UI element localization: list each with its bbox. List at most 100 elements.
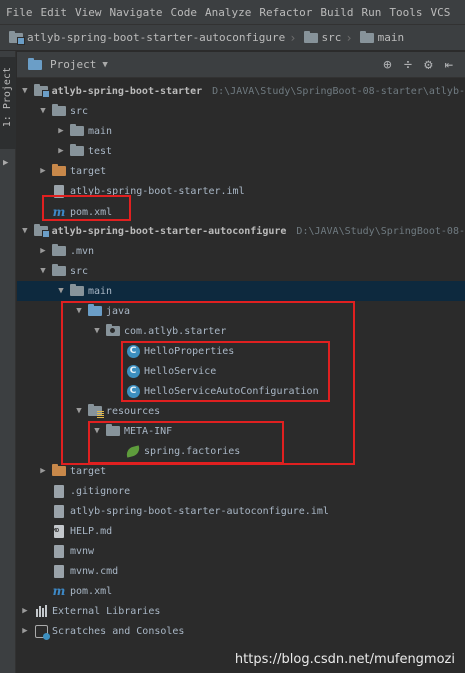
tree-item-meta-inf[interactable]: ▼ META-INF: [17, 421, 465, 441]
hide-panel-icon[interactable]: ⇤: [445, 57, 453, 73]
tree-item-target[interactable]: ▶ target: [17, 461, 465, 481]
project-tool-tab[interactable]: 1: Project: [0, 57, 16, 149]
breadcrumb-module[interactable]: atlyb-spring-boot-starter-autoconfigure: [6, 30, 286, 45]
tree-item-module-starter[interactable]: ▼ atlyb-spring-boot-starter D:\JAVA\Stud…: [17, 81, 465, 101]
chevron-right-icon[interactable]: ▶: [37, 466, 49, 476]
tree-item-gitignore[interactable]: .gitignore: [17, 481, 465, 501]
class-icon: C: [125, 344, 141, 358]
folder-icon: [51, 244, 67, 258]
tree-item-src[interactable]: ▼ src: [17, 101, 465, 121]
tree-item-label: HelloProperties: [144, 345, 235, 357]
tree-item-iml[interactable]: atlyb-spring-boot-starter.iml: [17, 181, 465, 201]
chevron-down-icon[interactable]: ▼: [73, 406, 85, 416]
tree-item-class[interactable]: C HelloProperties: [17, 341, 465, 361]
chevron-right-icon[interactable]: ▶: [37, 166, 49, 176]
scratches-icon: [33, 624, 50, 640]
chevron-right-icon[interactable]: ▶: [37, 246, 49, 256]
breadcrumb-module-label: atlyb-spring-boot-starter-autoconfigure: [27, 31, 286, 44]
menu-view[interactable]: View: [71, 6, 106, 19]
chevron-down-icon[interactable]: ▼: [73, 306, 85, 316]
folder-icon: [105, 424, 121, 438]
breadcrumb-src[interactable]: src: [301, 30, 341, 45]
tree-item-main-selected[interactable]: ▼ main: [17, 281, 465, 301]
chevron-down-icon[interactable]: ▼: [55, 286, 67, 296]
tree-item-scratches[interactable]: ▶ Scratches and Consoles: [17, 621, 465, 641]
tree-item-label: pom.xml: [70, 585, 113, 597]
chevron-right-icon[interactable]: ▶: [19, 626, 31, 636]
tree-item-label: mvnw: [70, 545, 95, 557]
tree-item-iml[interactable]: atlyb-spring-boot-starter-autoconfigure.…: [17, 501, 465, 521]
tree-item-label: src: [70, 265, 89, 277]
gear-icon[interactable]: ⚙: [424, 57, 432, 73]
menu-run[interactable]: Run: [357, 6, 385, 19]
tree-item-src[interactable]: ▼ src: [17, 261, 465, 281]
class-icon: C: [125, 384, 141, 398]
tree-item-label: Scratches and Consoles: [52, 625, 185, 637]
tree-item-test[interactable]: ▶ test: [17, 141, 465, 161]
chevron-down-icon[interactable]: ▼: [37, 106, 49, 116]
spring-leaf-icon: [125, 444, 141, 458]
resources-folder-icon: [87, 404, 104, 418]
menu-file[interactable]: File: [2, 6, 37, 19]
chevron-right-icon[interactable]: ▶: [55, 126, 67, 136]
file-icon: [51, 484, 67, 498]
module-folder-icon: [33, 84, 50, 98]
file-icon: [51, 564, 67, 578]
tree-item-spring-factories[interactable]: spring.factories: [17, 441, 465, 461]
chevron-right-icon[interactable]: ▶: [19, 606, 31, 616]
tree-item-target[interactable]: ▶ target: [17, 161, 465, 181]
tree-item-pom[interactable]: m pom.xml: [17, 581, 465, 601]
tree-item-package[interactable]: ▼ com.atlyb.starter: [17, 321, 465, 341]
tree-item-pom[interactable]: m pom.xml: [17, 202, 465, 222]
menu-navigate[interactable]: Navigate: [106, 6, 167, 19]
tree-item-help-md[interactable]: HELP.md: [17, 521, 465, 541]
tree-item-class[interactable]: C HelloServiceAutoConfiguration: [17, 381, 465, 401]
locate-target-icon[interactable]: ⊕: [383, 57, 391, 73]
folder-icon: [303, 30, 319, 45]
tree-item-class[interactable]: C HelloService: [17, 361, 465, 381]
menu-edit[interactable]: Edit: [37, 6, 72, 19]
tree-item-label: com.atlyb.starter: [124, 325, 227, 337]
chevron-down-icon[interactable]: ▼: [19, 86, 31, 96]
module-path: D:\JAVA\Study\SpringBoot-08-: [296, 225, 465, 237]
tree-item-mvnw-cmd[interactable]: mvnw.cmd: [17, 561, 465, 581]
breadcrumb-main[interactable]: main: [357, 30, 405, 45]
source-folder-icon: [87, 304, 103, 318]
tree-item-label: atlyb-spring-boot-starter-autoconfigure.…: [70, 505, 329, 517]
folder-icon: [51, 264, 67, 278]
menu-vcs[interactable]: VCS: [426, 6, 454, 19]
markdown-file-icon: [51, 524, 67, 538]
tree-item-main[interactable]: ▶ main: [17, 121, 465, 141]
tree-item-label: main: [88, 285, 113, 297]
chevron-down-icon[interactable]: ▼: [91, 326, 103, 336]
watermark: https://blog.csdn.net/mufengmozi: [234, 652, 455, 667]
folder-icon: [69, 144, 85, 158]
chevron-right-icon[interactable]: ▶: [55, 146, 67, 156]
breadcrumb-main-label: main: [377, 31, 405, 44]
folder-icon: [51, 104, 67, 118]
panel-title[interactable]: Project: [50, 58, 96, 71]
expand-arrow-icon[interactable]: ▶: [3, 158, 8, 168]
tree-item-mvn[interactable]: ▶ .mvn: [17, 241, 465, 261]
project-tree: ▼ atlyb-spring-boot-starter D:\JAVA\Stud…: [17, 79, 465, 673]
menu-refactor[interactable]: Refactor: [255, 6, 316, 19]
tree-item-java[interactable]: ▼ java: [17, 301, 465, 321]
tree-item-external-libraries[interactable]: ▶ External Libraries: [17, 601, 465, 621]
tree-item-label: main: [88, 125, 113, 137]
menu-build[interactable]: Build: [316, 6, 357, 19]
collapse-all-icon[interactable]: ÷: [404, 57, 412, 73]
chevron-down-icon[interactable]: ▼: [19, 226, 31, 236]
menu-bar: File Edit View Navigate Code Analyze Ref…: [0, 0, 465, 25]
menu-code[interactable]: Code: [166, 6, 201, 19]
tree-item-label: HelloService: [144, 365, 217, 377]
iml-file-icon: [51, 184, 67, 198]
tree-item-label: atlyb-spring-boot-starter-autoconfigure: [51, 225, 287, 237]
chevron-down-icon[interactable]: ▼: [91, 426, 103, 436]
tree-item-module-autoconfigure[interactable]: ▼ atlyb-spring-boot-starter-autoconfigur…: [17, 221, 465, 241]
chevron-down-icon[interactable]: ▼: [37, 266, 49, 276]
menu-tools[interactable]: Tools: [385, 6, 426, 19]
tree-item-resources[interactable]: ▼ resources: [17, 401, 465, 421]
menu-analyze[interactable]: Analyze: [201, 6, 255, 19]
tree-item-mvnw[interactable]: mvnw: [17, 541, 465, 561]
chevron-down-icon[interactable]: ▼: [102, 60, 107, 70]
